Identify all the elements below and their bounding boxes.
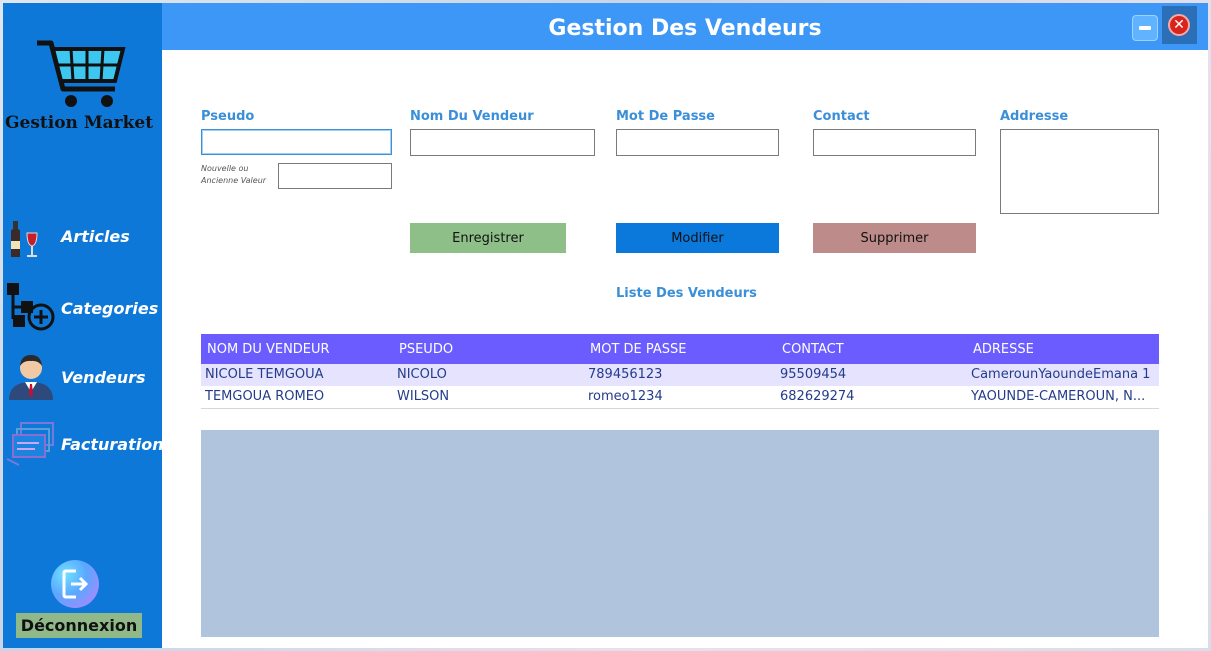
- sidebar-item-vendeurs[interactable]: Vendeurs: [3, 355, 162, 404]
- sidebar: Gestion Market Articles Categories Vende…: [3, 3, 164, 648]
- nom-vendeur-label: Nom Du Vendeur: [410, 109, 534, 124]
- contact-input[interactable]: [813, 129, 976, 156]
- table-cell: 95509454: [780, 367, 847, 382]
- addresse-label: Addresse: [1000, 109, 1069, 124]
- column-header[interactable]: PSEUDO: [399, 342, 453, 357]
- category-add-icon: [7, 283, 55, 331]
- list-title: Liste Des Vendeurs: [616, 286, 757, 301]
- old-value-label: Nouvelle ou Ancienne Valeur: [201, 164, 267, 185]
- page-title: Gestion Des Vendeurs: [548, 16, 822, 41]
- table-cell: TEMGOUA ROMEO: [205, 389, 325, 404]
- table-row[interactable]: NICOLE TEMGOUA NICOLO 789456123 95509454…: [201, 364, 1159, 386]
- table-cell: 682629274: [780, 389, 855, 404]
- close-icon: ✕: [1168, 14, 1190, 36]
- table-header: NOM DU VENDEUR PSEUDO MOT DE PASSE CONTA…: [201, 334, 1159, 364]
- app-window: Gestion Market Articles Categories Vende…: [3, 3, 1208, 648]
- addresse-input[interactable]: [1000, 129, 1159, 214]
- sidebar-item-label: Facturation: [61, 435, 164, 454]
- pseudo-label: Pseudo: [201, 109, 255, 124]
- sidebar-item-label: Categories: [61, 299, 159, 318]
- column-header[interactable]: NOM DU VENDEUR: [207, 342, 330, 357]
- table-row[interactable]: TEMGOUA ROMEO WILSON romeo1234 682629274…: [201, 386, 1159, 409]
- sidebar-item-label: Vendeurs: [61, 368, 146, 387]
- old-value-input[interactable]: [278, 163, 392, 189]
- sidebar-item-articles[interactable]: Articles: [3, 215, 162, 263]
- delete-button[interactable]: Supprimer: [813, 223, 976, 253]
- nom-vendeur-input[interactable]: [410, 129, 595, 156]
- table-cell: CamerounYaoundeEmana 1: [971, 367, 1151, 382]
- wine-bottle-icon: [11, 221, 38, 257]
- logout-button[interactable]: Déconnexion: [16, 613, 142, 638]
- invoice-icon: [6, 422, 54, 466]
- mot-de-passe-input[interactable]: [616, 129, 779, 156]
- column-header[interactable]: ADRESSE: [973, 342, 1034, 357]
- mot-de-passe-label: Mot De Passe: [616, 109, 715, 124]
- modify-button[interactable]: Modifier: [616, 223, 779, 253]
- column-header[interactable]: MOT DE PASSE: [590, 342, 687, 357]
- sidebar-item-categories[interactable]: Categories: [3, 283, 162, 335]
- sidebar-item-label: Articles: [61, 227, 130, 246]
- contact-label: Contact: [813, 109, 870, 124]
- title-bar: Gestion Des Vendeurs ✕: [162, 3, 1208, 50]
- person-icon: [9, 355, 53, 400]
- table-empty-area: [201, 430, 1159, 637]
- table-cell: NICOLO: [397, 367, 447, 382]
- table-cell: romeo1234: [588, 389, 663, 404]
- pseudo-input[interactable]: [201, 129, 392, 155]
- minimize-icon[interactable]: [1132, 15, 1158, 41]
- column-header[interactable]: CONTACT: [782, 342, 844, 357]
- vendors-table: NOM DU VENDEUR PSEUDO MOT DE PASSE CONTA…: [201, 334, 1159, 409]
- table-cell: 789456123: [588, 367, 663, 382]
- shopping-cart-icon: [33, 37, 129, 117]
- table-cell: WILSON: [397, 389, 450, 404]
- close-button[interactable]: ✕: [1162, 6, 1197, 44]
- logout-icon[interactable]: [51, 560, 99, 608]
- table-cell: NICOLE TEMGOUA: [205, 367, 324, 382]
- sidebar-item-facturation[interactable]: Facturation: [3, 422, 164, 471]
- table-cell: YAOUNDE-CAMEROUN, N...: [971, 389, 1146, 404]
- brand-name: Gestion Market: [5, 113, 154, 133]
- save-button[interactable]: Enregistrer: [410, 223, 566, 253]
